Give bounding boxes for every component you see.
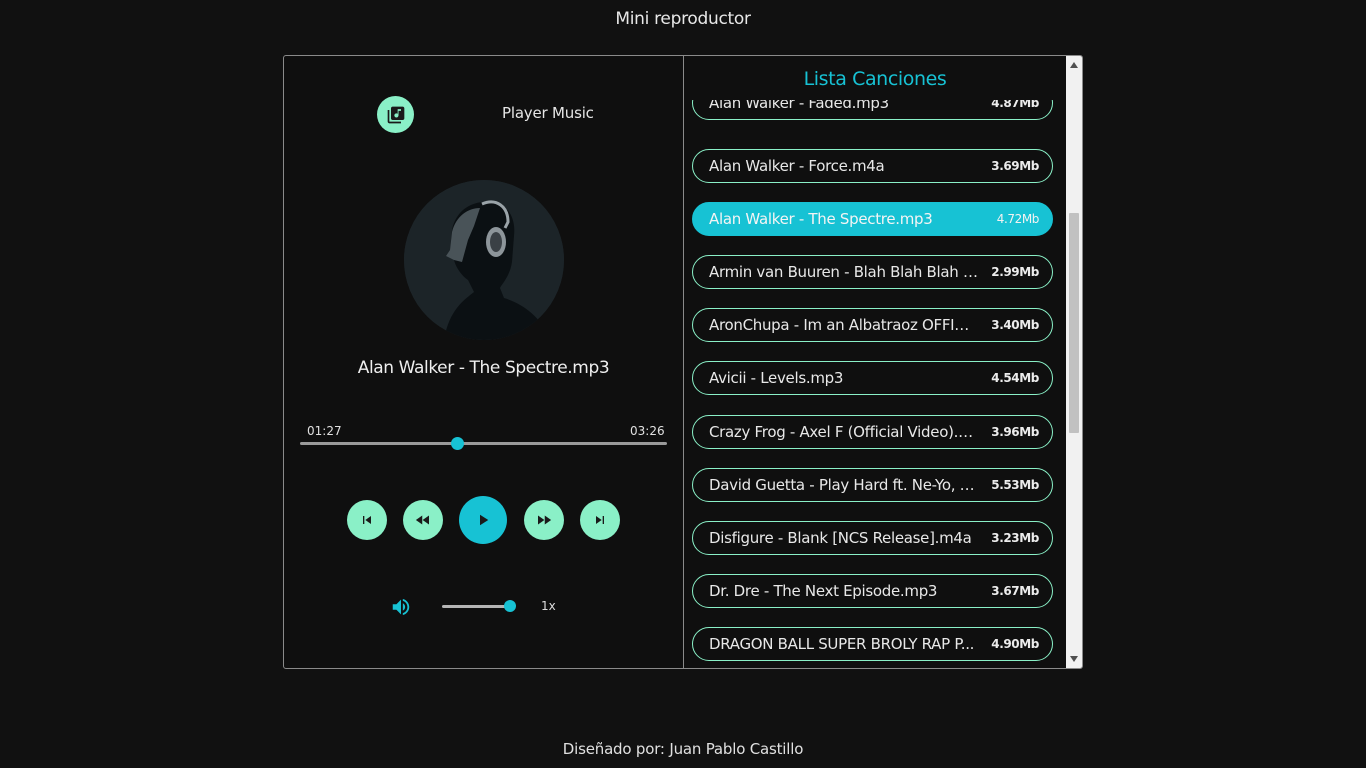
track-item[interactable]: Armin van Buuren - Blah Blah Blah (O... …: [692, 255, 1053, 289]
skip-previous-button[interactable]: [347, 500, 387, 540]
scroll-up-arrow-icon[interactable]: [1066, 58, 1082, 72]
volume-slider-thumb[interactable]: [504, 600, 516, 612]
player-panel: Player Music Alan Walker - The Spectre.m…: [284, 56, 684, 668]
track-item[interactable]: Dr. Dre - The Next Episode.mp3 3.67Mb: [692, 574, 1053, 608]
skip-previous-icon: [363, 516, 371, 524]
mini-player-app: Player Music Alan Walker - The Spectre.m…: [283, 55, 1083, 669]
rewind-icon: [415, 515, 429, 525]
scrollbar-thumb[interactable]: [1069, 213, 1079, 433]
track-item[interactable]: Alan Walker - Faded.mp3 4.87Mb: [692, 100, 1053, 120]
track-name: Armin van Buuren - Blah Blah Blah (O...: [709, 263, 992, 281]
progress-slider[interactable]: [300, 437, 667, 450]
track-size: 4.54Mb: [991, 371, 1039, 385]
track-size: 3.67Mb: [991, 584, 1039, 598]
track-name: Crazy Frog - Axel F (Official Video).m..…: [709, 423, 986, 441]
album-cover-image: [404, 180, 564, 340]
duration-time: 03:26: [630, 424, 665, 438]
volume-slider[interactable]: [442, 600, 516, 612]
track-name: DRAGON BALL SUPER BROLY RAP P...: [709, 635, 975, 653]
track-name: Alan Walker - Faded.mp3: [709, 100, 889, 112]
playlist-panel: Lista Canciones Alan Walker - Faded.mp3 …: [684, 56, 1082, 668]
track-name: Avicii - Levels.mp3: [709, 369, 844, 387]
track-list: Alan Walker - Faded.mp3 4.87Mb Alan Walk…: [684, 100, 1066, 668]
track-size: 4.72Mb: [996, 212, 1040, 226]
footer-credit: Diseñado por: Juan Pablo Castillo: [562, 740, 804, 758]
music-library-icon: [377, 96, 414, 133]
track-size: 3.69Mb: [991, 159, 1039, 173]
rewind-button[interactable]: [403, 500, 443, 540]
track-item[interactable]: AronChupa - Im an Albatraoz OFFICI... 3.…: [692, 308, 1053, 342]
now-playing-title: Alan Walker - The Spectre.mp3: [357, 358, 610, 378]
fast-forward-icon: [538, 515, 552, 525]
playback-speed[interactable]: 1x: [541, 599, 556, 613]
player-name: Player Music: [502, 104, 594, 122]
current-time: 01:27: [307, 424, 342, 438]
track-size: 2.99Mb: [991, 265, 1039, 279]
track-item[interactable]: Alan Walker - Force.m4a 3.69Mb: [692, 149, 1053, 183]
skip-next-button[interactable]: [580, 500, 620, 540]
track-name: Alan Walker - Force.m4a: [709, 157, 885, 175]
page-title: Mini reproductor: [615, 9, 751, 29]
playlist-title: Lista Canciones: [803, 68, 947, 90]
track-item[interactable]: Avicii - Levels.mp3 4.54Mb: [692, 361, 1053, 395]
track-item[interactable]: Disfigure - Blank [NCS Release].m4a 3.23…: [692, 521, 1053, 555]
track-size: 4.87Mb: [991, 100, 1039, 110]
track-item[interactable]: DRAGON BALL SUPER BROLY RAP P... 4.90Mb: [692, 627, 1053, 661]
track-size: 3.40Mb: [991, 318, 1039, 332]
track-name: AronChupa - Im an Albatraoz OFFICI...: [709, 316, 982, 334]
track-name: Disfigure - Blank [NCS Release].m4a: [709, 529, 972, 547]
track-name: Dr. Dre - The Next Episode.mp3: [709, 582, 938, 600]
track-name: David Guetta - Play Hard ft. Ne-Yo, Ak..…: [709, 476, 992, 494]
play-icon: [480, 514, 489, 526]
track-item[interactable]: Crazy Frog - Axel F (Official Video).m..…: [692, 415, 1053, 449]
track-size: 4.90Mb: [991, 637, 1039, 651]
skip-next-icon: [596, 516, 604, 524]
progress-slider-thumb[interactable]: [450, 437, 464, 450]
playlist-scrollbar[interactable]: [1066, 56, 1082, 668]
track-item[interactable]: David Guetta - Play Hard ft. Ne-Yo, Ak..…: [692, 468, 1053, 502]
fast-forward-button[interactable]: [524, 500, 564, 540]
play-button[interactable]: [459, 496, 507, 544]
scroll-down-arrow-icon[interactable]: [1066, 652, 1082, 666]
volume-button[interactable]: [390, 596, 412, 622]
volume-icon: [392, 598, 410, 616]
track-size: 5.53Mb: [991, 478, 1039, 492]
track-size: 3.23Mb: [991, 531, 1039, 545]
track-item-active[interactable]: Alan Walker - The Spectre.mp3 4.72Mb: [692, 202, 1053, 236]
track-name: Alan Walker - The Spectre.mp3: [709, 210, 933, 228]
track-size: 3.96Mb: [991, 425, 1039, 439]
